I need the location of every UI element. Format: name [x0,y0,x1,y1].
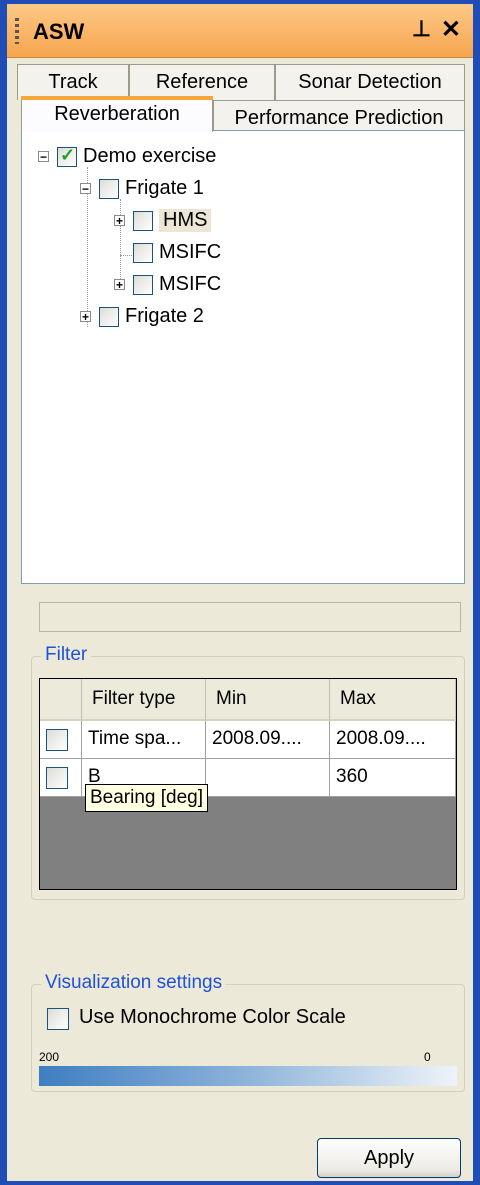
tree-label: Demo exercise [83,145,217,167]
tab-track[interactable]: Track [17,64,129,100]
grid-header-filter-type[interactable]: Filter type [82,679,206,721]
expand-icon[interactable]: + [80,311,91,323]
pin-icon[interactable]: ⊥ [412,16,431,42]
table-row-select-cell[interactable] [40,721,82,759]
checkbox-msifc-1[interactable] [133,242,153,263]
scale-min-label: 200 [39,1050,60,1064]
expand-icon[interactable]: + [114,279,125,291]
monochrome-checkbox[interactable] [47,1008,69,1030]
grid-header-min[interactable]: Min [206,679,330,721]
tooltip: Bearing [deg] [85,784,209,812]
apply-button[interactable]: Apply [317,1138,461,1178]
color-scale-bar [39,1066,457,1086]
filter-legend: Filter [41,644,92,666]
grid-cell-type[interactable]: Time spa... [82,721,206,759]
collapse-icon[interactable]: − [80,183,91,195]
collapse-icon[interactable]: − [38,151,49,163]
checkbox-frigate-1[interactable] [99,178,119,199]
expand-icon[interactable]: + [114,215,125,227]
tree-node-frigate-1[interactable]: − Frigate 1 [80,177,204,200]
panel-title: ASW [33,19,85,44]
grid-header-max[interactable]: Max [330,679,456,721]
monochrome-label[interactable]: Use Monochrome Color Scale [79,1006,346,1029]
tree-node-demo-exercise[interactable]: − Demo exercise [38,145,216,168]
tree-label: MSIFC [159,241,222,263]
grid-cell-min[interactable] [206,759,330,797]
tab-reverberation[interactable]: Reverberation [21,96,213,132]
checkbox-msifc-2[interactable] [133,274,153,295]
grid-cell-max[interactable]: 2008.09.... [330,721,456,759]
tree-node-msifc-2[interactable]: + MSIFC [114,273,221,296]
tree-node-hms[interactable]: + HMS [114,209,212,232]
grid-cell-max[interactable]: 360 [330,759,456,797]
tab-performance-prediction[interactable]: Performance Prediction [213,100,465,132]
grid-header-select [40,679,82,721]
tab-sonar-detection[interactable]: Sonar Detection [275,64,465,100]
tree-label: Frigate 2 [125,305,204,327]
tree-node-msifc-1[interactable]: MSIFC [133,241,221,264]
checkbox-demo-exercise[interactable] [57,145,77,167]
close-icon[interactable]: ✕ [441,15,461,44]
row-checkbox[interactable] [46,767,68,789]
tree-view[interactable]: − Demo exercise − Frigate 1 + HMS MSIFC … [21,130,465,584]
tree-label: HMS [159,209,212,232]
progress-bar [39,602,461,632]
tree-label: MSIFC [159,273,222,295]
grip-icon[interactable] [15,18,19,44]
table-row-select-cell[interactable] [40,759,82,797]
tab-reference[interactable]: Reference [129,64,275,100]
asw-panel: ASW ⊥ ✕ Track Reference Sonar Detection … [4,4,476,1181]
grid-cell-min[interactable]: 2008.09.... [206,721,330,759]
row-checkbox[interactable] [46,729,68,751]
scale-max-label: 0 [424,1050,431,1064]
checkbox-frigate-2[interactable] [99,306,119,327]
tree-node-frigate-2[interactable]: + Frigate 2 [80,305,204,328]
checkbox-hms[interactable] [133,210,153,231]
tree-label: Frigate 1 [125,177,204,199]
title-bar[interactable]: ASW ⊥ ✕ [7,4,473,58]
visualization-legend: Visualization settings [41,972,227,994]
